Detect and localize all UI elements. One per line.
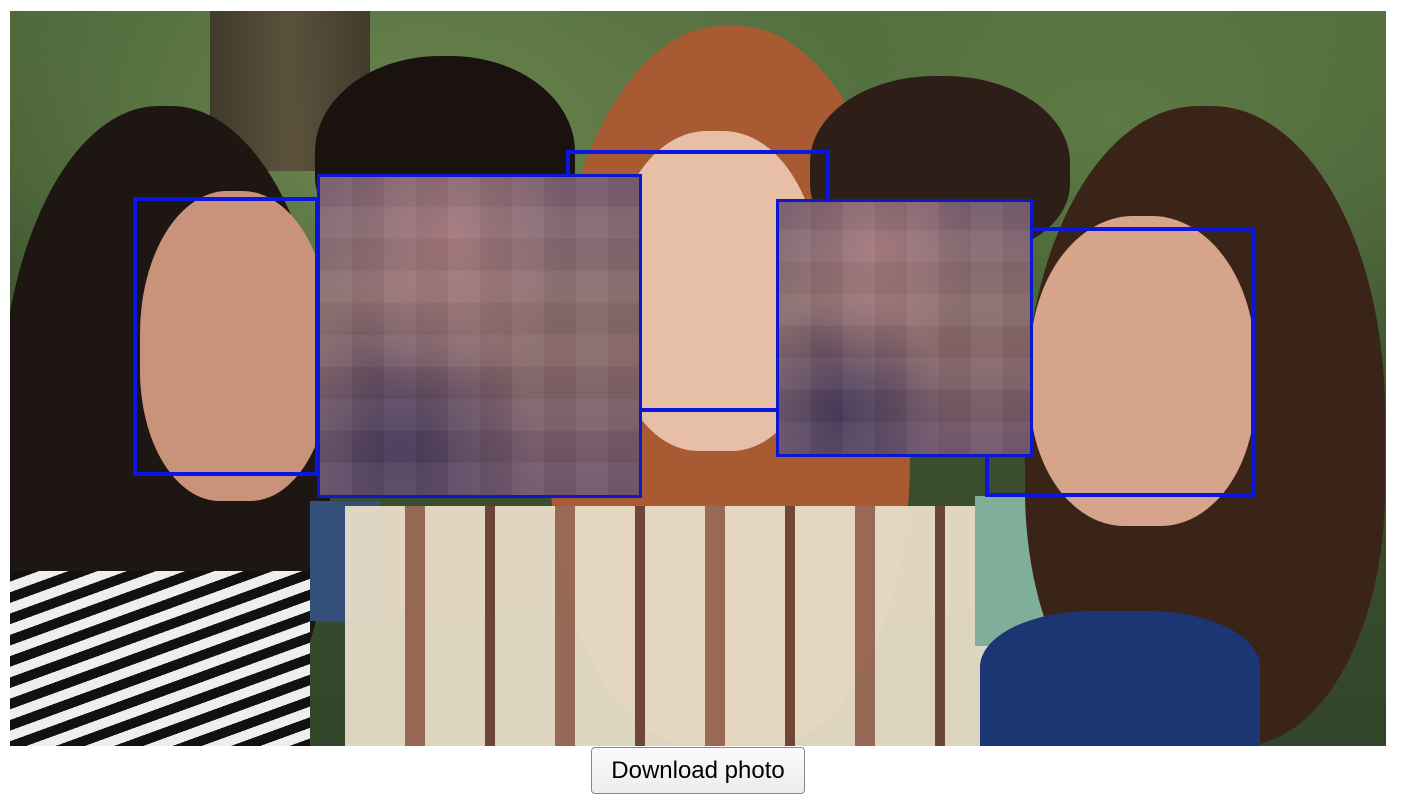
blurred-face-patch-4: [776, 199, 1033, 457]
blurred-face-patch-2: [317, 174, 642, 498]
person-5-shirt: [980, 611, 1260, 746]
download-photo-button[interactable]: Download photo: [591, 747, 805, 794]
person-3-shirt: [345, 506, 995, 746]
person-1-shirt: [10, 571, 310, 746]
face-detection-box-1: [133, 197, 319, 476]
group-photo: [10, 11, 1386, 746]
